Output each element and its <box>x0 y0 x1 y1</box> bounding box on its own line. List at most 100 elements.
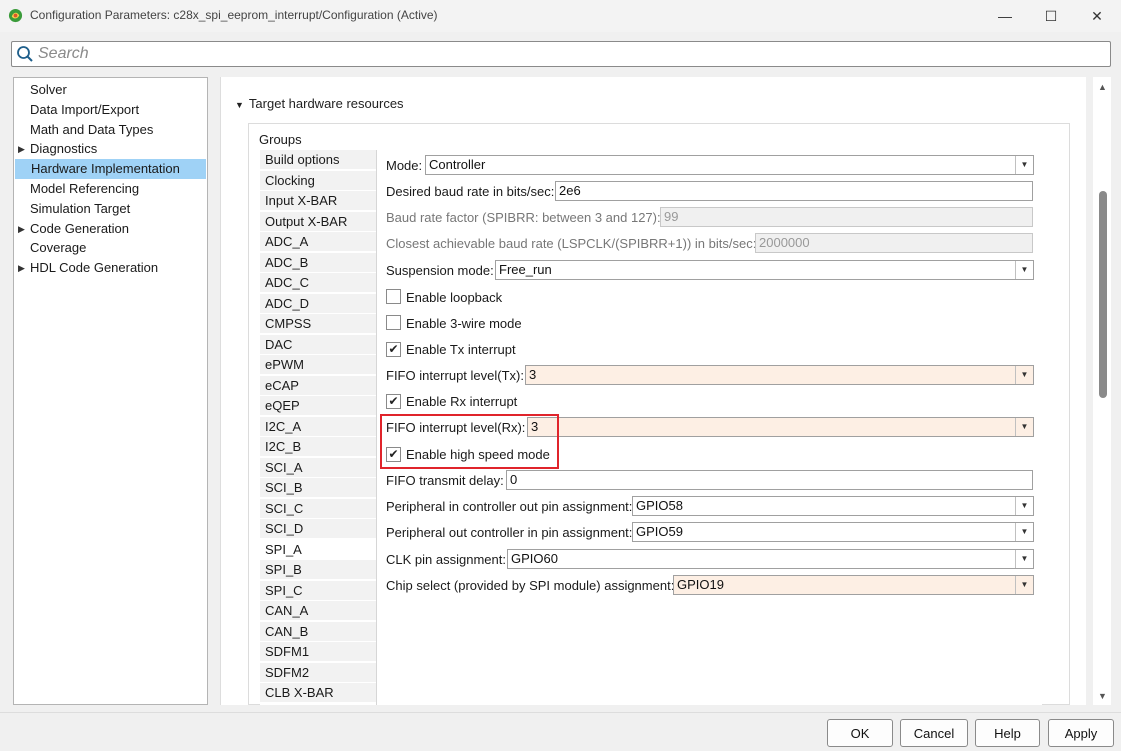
fifo-tx-select[interactable]: 3 ▼ <box>525 365 1034 385</box>
tree-item-label: Hardware Implementation <box>31 161 180 177</box>
pico-pin-label: Peripheral in controller out pin assignm… <box>386 499 633 514</box>
section-title: Target hardware resources <box>248 96 404 111</box>
chevron-down-icon[interactable]: ▼ <box>1015 576 1033 594</box>
group-item[interactable]: eCAP <box>260 375 376 396</box>
poci-pin-value: GPIO59 <box>636 524 683 539</box>
fifo-rx-select[interactable]: 3 ▼ <box>527 417 1034 437</box>
tree-item[interactable]: Solver <box>14 80 207 100</box>
clk-pin-select[interactable]: GPIO60 ▼ <box>507 549 1034 569</box>
fifo-delay-value: 0 <box>510 472 518 487</box>
pico-pin-select[interactable]: GPIO58 ▼ <box>632 496 1034 516</box>
group-item[interactable]: SCI_B <box>260 478 376 498</box>
group-item[interactable]: I2C_A <box>260 416 376 437</box>
group-item[interactable]: CLB X-BAR <box>260 683 376 703</box>
group-item[interactable]: ADC_C <box>260 273 376 293</box>
group-item[interactable]: SPI_B <box>260 560 376 580</box>
tx-interrupt-label: Enable Tx interrupt <box>406 342 516 357</box>
baud-rate-input[interactable]: 2e6 <box>555 181 1033 201</box>
group-item[interactable]: I2C_B <box>260 437 376 457</box>
fifo-delay-input[interactable]: 0 <box>506 470 1033 490</box>
tree-item[interactable]: Model Referencing <box>14 179 207 199</box>
group-item[interactable]: CAN_A <box>260 601 376 621</box>
cs-pin-value: GPIO19 <box>677 577 724 592</box>
vertical-scrollbar[interactable]: ▲ ▼ <box>1093 77 1111 705</box>
tree-item[interactable]: Math and Data Types <box>14 120 207 140</box>
apply-button[interactable]: Apply <box>1048 719 1114 747</box>
cancel-button[interactable]: Cancel <box>900 719 968 747</box>
tree-item[interactable]: ▶ HDL Code Generation <box>14 258 207 278</box>
group-item[interactable]: SCI_A <box>260 457 376 478</box>
group-item[interactable]: Clocking <box>260 170 376 191</box>
group-item[interactable]: CMPSS <box>260 314 376 334</box>
group-item[interactable]: ADC_D <box>260 293 376 314</box>
baud-factor-value: 99 <box>664 209 679 224</box>
chevron-down-icon[interactable]: ▼ <box>1015 156 1033 174</box>
chevron-down-icon[interactable]: ▼ <box>1015 497 1033 515</box>
mode-label: Mode: <box>386 158 423 173</box>
loopback-checkbox[interactable] <box>386 289 401 304</box>
tree-item-label: Simulation Target <box>30 200 131 216</box>
rx-interrupt-checkbox[interactable]: ✔ <box>386 394 401 409</box>
chevron-down-icon[interactable]: ▼ <box>1015 418 1033 436</box>
help-button[interactable]: Help <box>975 719 1040 747</box>
closest-baud-value: 2000000 <box>759 235 810 250</box>
category-tree: Solver Data Import/Export Math and Data Ty… <box>13 77 208 705</box>
tree-item[interactable]: ▶ Code Generation <box>14 219 207 239</box>
maximize-button[interactable]: ☐ <box>1028 0 1074 32</box>
chevron-down-icon[interactable]: ▼ <box>1015 523 1033 541</box>
mode-select[interactable]: Controller ▼ <box>425 155 1034 175</box>
search-input[interactable] <box>38 44 1098 64</box>
chevron-down-icon[interactable]: ▼ <box>1015 366 1033 384</box>
clk-pin-value: GPIO60 <box>511 551 558 566</box>
tree-item[interactable]: ▶ Diagnostics <box>14 139 207 159</box>
tree-item-label: Coverage <box>30 240 87 256</box>
tree-item[interactable]: Data Import/Export <box>14 100 207 120</box>
expand-arrow-icon[interactable]: ▶ <box>18 219 25 239</box>
search-box[interactable] <box>11 41 1111 67</box>
scroll-thumb[interactable] <box>1099 191 1107 398</box>
tree-item[interactable]: Coverage <box>14 238 207 258</box>
group-item[interactable]: Build options <box>260 150 376 170</box>
groups-label: Groups <box>259 132 302 147</box>
fifo-tx-label: FIFO interrupt level(Tx): <box>386 368 524 383</box>
cs-pin-select[interactable]: GPIO19 ▼ <box>673 575 1034 595</box>
collapse-arrow-icon: ▼ <box>235 100 244 110</box>
group-item[interactable]: DAC <box>260 334 376 355</box>
group-item[interactable]: SDFM1 <box>260 642 376 662</box>
group-item[interactable]: SDFM2 <box>260 662 376 683</box>
group-item[interactable]: eQEP <box>260 396 376 416</box>
poci-pin-select[interactable]: GPIO59 ▼ <box>632 522 1034 542</box>
group-item[interactable]: SPI_A <box>260 539 376 560</box>
group-item[interactable]: Input X-BAR <box>260 191 376 211</box>
tree-item-label: HDL Code Generation <box>30 260 159 276</box>
closest-baud-label: Closest achievable baud rate (LSPCLK/(SP… <box>386 236 757 251</box>
group-item[interactable]: ADC_B <box>260 252 376 273</box>
expand-arrow-icon[interactable]: ▶ <box>18 258 25 278</box>
tx-interrupt-checkbox[interactable]: ✔ <box>386 342 401 357</box>
suspension-mode-select[interactable]: Free_run ▼ <box>495 260 1034 280</box>
clk-pin-label: CLK pin assignment: <box>386 552 506 567</box>
chevron-down-icon[interactable]: ▼ <box>1015 261 1033 279</box>
group-item[interactable]: ADC_A <box>260 232 376 252</box>
three-wire-checkbox[interactable] <box>386 315 401 330</box>
group-item[interactable]: Output X-BAR <box>260 211 376 232</box>
chevron-down-icon[interactable]: ▼ <box>1015 550 1033 568</box>
group-list: Build options Clocking Input X-BAR Output X… <box>260 150 376 705</box>
scroll-down-icon[interactable]: ▼ <box>1098 691 1107 701</box>
minimize-button[interactable]: — <box>982 0 1028 32</box>
close-button[interactable]: ✕ <box>1074 0 1120 32</box>
suspension-mode-label: Suspension mode: <box>386 263 494 278</box>
ok-button[interactable]: OK <box>827 719 893 747</box>
group-item[interactable]: SCI_C <box>260 498 376 519</box>
section-header-target-hardware[interactable]: ▼ Target hardware resources <box>235 96 404 111</box>
window-title: Configuration Parameters: c28x_spi_eepro… <box>30 8 438 22</box>
group-item[interactable]: SPI_C <box>260 580 376 601</box>
tree-item[interactable]: Simulation Target <box>14 199 207 219</box>
scroll-up-icon[interactable]: ▲ <box>1098 82 1107 92</box>
group-item[interactable]: ePWM <box>260 355 376 375</box>
group-item[interactable]: SCI_D <box>260 519 376 539</box>
baud-factor-field: 99 <box>660 207 1033 227</box>
expand-arrow-icon[interactable]: ▶ <box>18 139 25 159</box>
tree-item[interactable]: Hardware Implementation <box>15 159 206 180</box>
group-item[interactable]: CAN_B <box>260 621 376 642</box>
